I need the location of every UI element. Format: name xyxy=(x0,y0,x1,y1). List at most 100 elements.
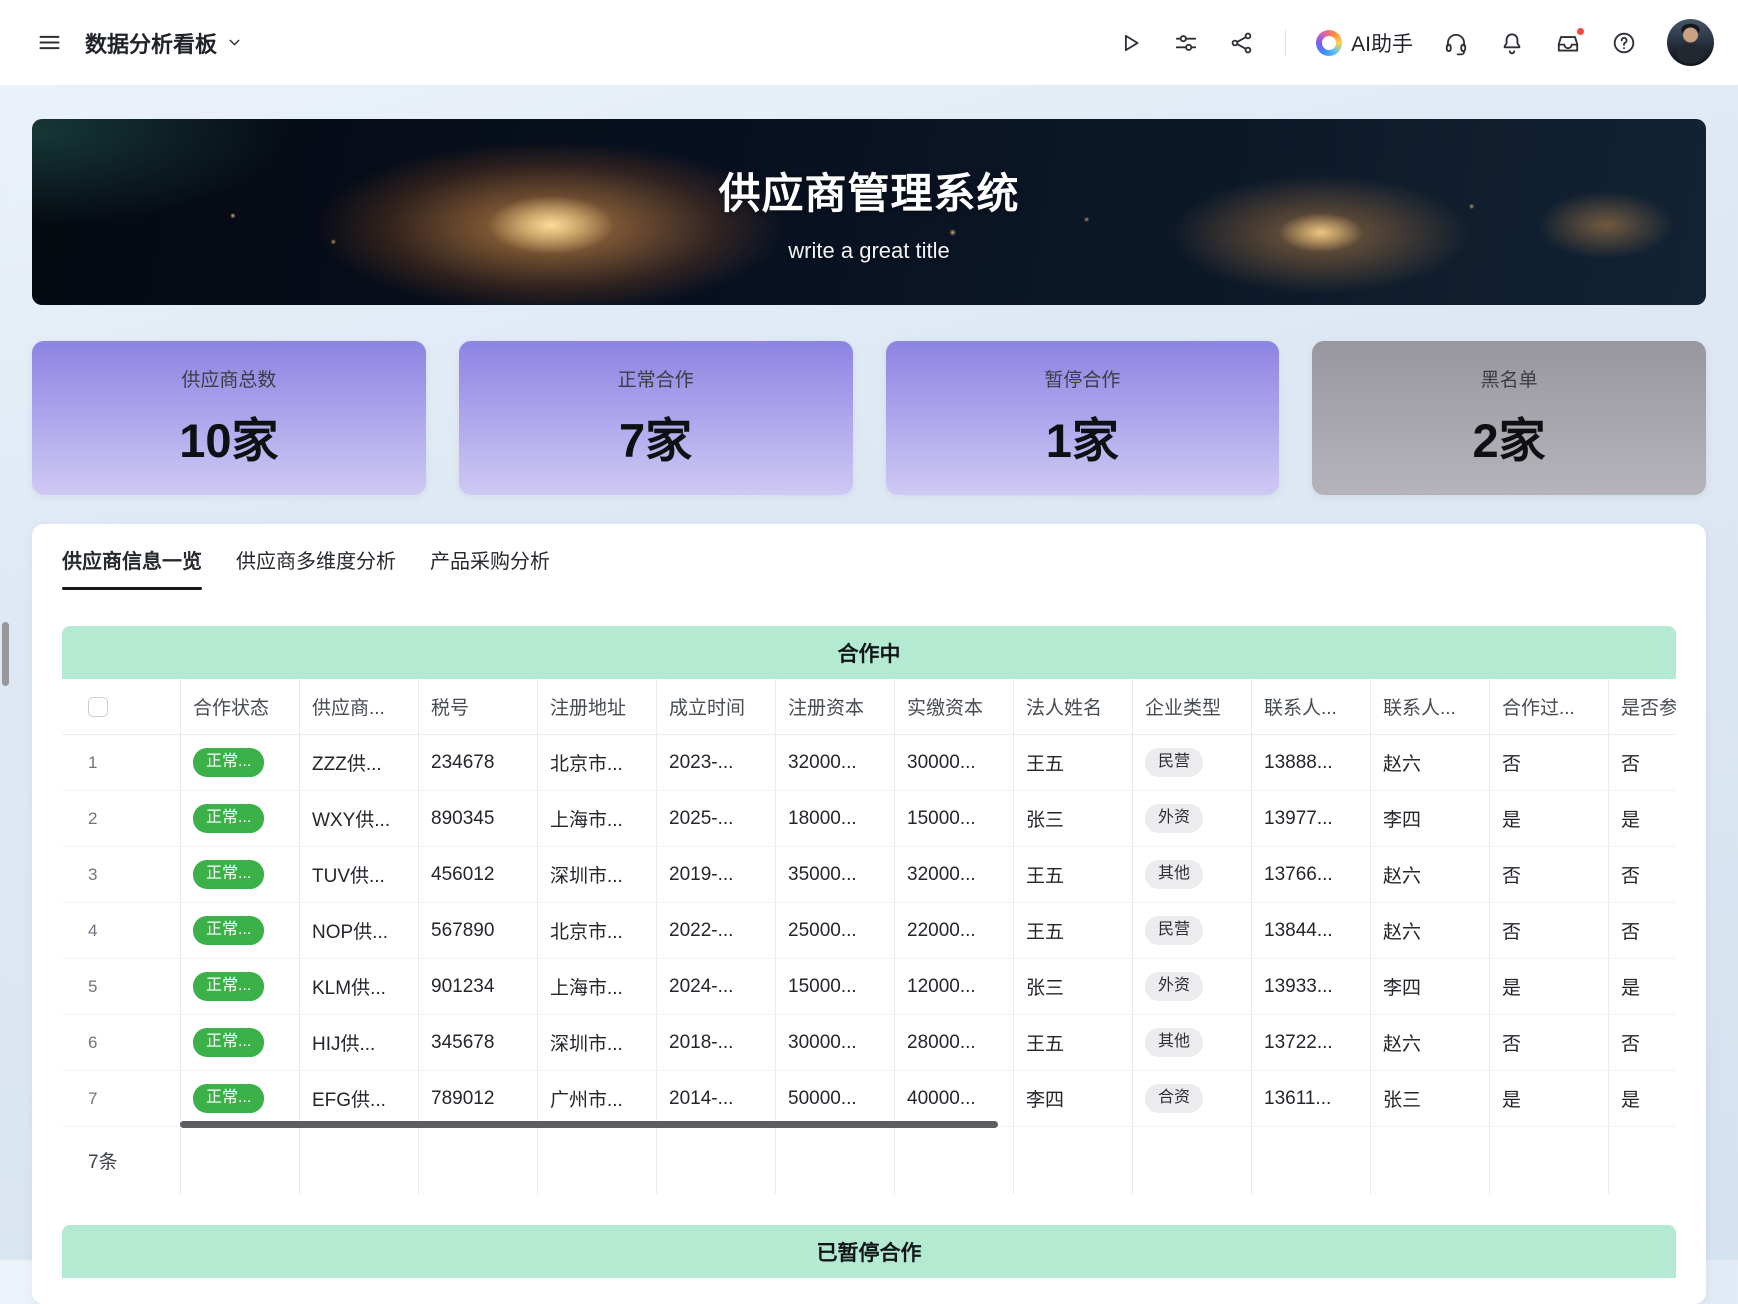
table-row[interactable]: 2正常...WXY供...890345上海市...2025-...18000..… xyxy=(62,791,1676,847)
table-cell[interactable]: 否 xyxy=(1489,735,1608,790)
table-cell[interactable]: 25000... xyxy=(775,903,894,958)
select-all-checkbox[interactable] xyxy=(88,697,108,717)
column-header-5[interactable]: 注册资本 xyxy=(775,679,894,734)
table-cell[interactable]: 其他 xyxy=(1132,1015,1251,1070)
column-header-2[interactable]: 税号 xyxy=(418,679,537,734)
table-cell[interactable]: 234678 xyxy=(418,735,537,790)
table-cell[interactable]: 22000... xyxy=(894,903,1013,958)
table-cell[interactable]: 正常... xyxy=(180,847,299,902)
table-cell[interactable]: 40000... xyxy=(894,1071,1013,1126)
column-header-9[interactable]: 联系人... xyxy=(1251,679,1370,734)
help-button[interactable] xyxy=(1611,30,1637,56)
table-cell[interactable]: 其他 xyxy=(1132,847,1251,902)
table-cell[interactable]: 王五 xyxy=(1013,1015,1132,1070)
table-cell[interactable]: 是 xyxy=(1489,959,1608,1014)
title-dropdown[interactable] xyxy=(226,34,243,51)
table-cell[interactable]: 合资 xyxy=(1132,1071,1251,1126)
column-header-6[interactable]: 实缴资本 xyxy=(894,679,1013,734)
table-cell[interactable]: 正常... xyxy=(180,1071,299,1126)
table-row[interactable]: 4正常...NOP供...567890北京市...2022-...25000..… xyxy=(62,903,1676,959)
column-header-3[interactable]: 注册地址 xyxy=(537,679,656,734)
column-header-11[interactable]: 合作过... xyxy=(1489,679,1608,734)
play-button[interactable] xyxy=(1117,30,1143,56)
table-cell[interactable]: 35000... xyxy=(775,847,894,902)
column-header-1[interactable]: 供应商... xyxy=(299,679,418,734)
table-cell[interactable]: 2018-... xyxy=(656,1015,775,1070)
table-cell[interactable]: 否 xyxy=(1608,735,1676,790)
table-cell[interactable]: 深圳市... xyxy=(537,847,656,902)
table-cell[interactable]: ZZZ供... xyxy=(299,735,418,790)
table-cell[interactable]: 是 xyxy=(1489,1071,1608,1126)
table-cell[interactable]: 李四 xyxy=(1370,791,1489,846)
stat-card-normal-cooperation[interactable]: 正常合作 7家 xyxy=(459,341,853,495)
table-cell[interactable]: 50000... xyxy=(775,1071,894,1126)
column-header-4[interactable]: 成立时间 xyxy=(656,679,775,734)
table-cell[interactable]: 345678 xyxy=(418,1015,537,1070)
table-cell[interactable]: EFG供... xyxy=(299,1071,418,1126)
table-cell[interactable]: 外资 xyxy=(1132,959,1251,1014)
stat-card-total-suppliers[interactable]: 供应商总数 10家 xyxy=(32,341,426,495)
share-button[interactable] xyxy=(1229,30,1255,56)
table-row[interactable]: 7正常...EFG供...789012广州市...2014-...50000..… xyxy=(62,1071,1676,1127)
table-row[interactable]: 3正常...TUV供...456012深圳市...2019-...35000..… xyxy=(62,847,1676,903)
stat-card-paused-cooperation[interactable]: 暂停合作 1家 xyxy=(886,341,1280,495)
table-cell[interactable]: 正常... xyxy=(180,1015,299,1070)
table-cell[interactable]: 2024-... xyxy=(656,959,775,1014)
table-cell[interactable]: 2019-... xyxy=(656,847,775,902)
column-header-12[interactable]: 是否参 xyxy=(1608,679,1676,734)
table-cell[interactable]: 13722... xyxy=(1251,1015,1370,1070)
table-cell[interactable]: 深圳市... xyxy=(537,1015,656,1070)
table-cell[interactable]: 13844... xyxy=(1251,903,1370,958)
table-cell[interactable]: 789012 xyxy=(418,1071,537,1126)
vertical-scrollbar[interactable] xyxy=(2,622,9,686)
table-cell[interactable]: 正常... xyxy=(180,903,299,958)
table-cell[interactable]: 是 xyxy=(1608,1071,1676,1126)
table-cell[interactable]: 901234 xyxy=(418,959,537,1014)
table-cell[interactable]: 否 xyxy=(1489,1015,1608,1070)
table-cell[interactable]: 890345 xyxy=(418,791,537,846)
column-header-10[interactable]: 联系人... xyxy=(1370,679,1489,734)
table-cell[interactable]: 456012 xyxy=(418,847,537,902)
tab-supplier-analysis[interactable]: 供应商多维度分析 xyxy=(236,550,396,590)
table-cell[interactable]: 王五 xyxy=(1013,847,1132,902)
column-header-0[interactable]: 合作状态 xyxy=(180,679,299,734)
table-cell[interactable]: 王五 xyxy=(1013,735,1132,790)
table-cell[interactable]: 赵六 xyxy=(1370,847,1489,902)
table-cell[interactable]: TUV供... xyxy=(299,847,418,902)
table-cell[interactable]: 王五 xyxy=(1013,903,1132,958)
inbox-button[interactable] xyxy=(1555,30,1581,56)
table-cell[interactable]: 13766... xyxy=(1251,847,1370,902)
table-cell[interactable]: 上海市... xyxy=(537,959,656,1014)
table-cell[interactable]: 13888... xyxy=(1251,735,1370,790)
table-cell[interactable]: 民营 xyxy=(1132,735,1251,790)
avatar[interactable] xyxy=(1667,19,1714,66)
table-cell[interactable]: 30000... xyxy=(775,1015,894,1070)
table-cell[interactable]: 2014-... xyxy=(656,1071,775,1126)
table-cell[interactable]: 正常... xyxy=(180,959,299,1014)
table-cell[interactable]: 15000... xyxy=(775,959,894,1014)
table-cell[interactable]: 2023-... xyxy=(656,735,775,790)
stat-card-blacklist[interactable]: 黑名单 2家 xyxy=(1312,341,1706,495)
table-cell[interactable]: 13977... xyxy=(1251,791,1370,846)
table-cell[interactable]: KLM供... xyxy=(299,959,418,1014)
table-cell[interactable]: 赵六 xyxy=(1370,735,1489,790)
table-cell[interactable]: 赵六 xyxy=(1370,903,1489,958)
table-row[interactable]: 5正常...KLM供...901234上海市...2024-...15000..… xyxy=(62,959,1676,1015)
table-cell[interactable]: 张三 xyxy=(1370,1071,1489,1126)
tab-procurement-analysis[interactable]: 产品采购分析 xyxy=(430,550,550,590)
table-cell[interactable]: 李四 xyxy=(1013,1071,1132,1126)
table-cell[interactable]: 北京市... xyxy=(537,735,656,790)
table-cell[interactable]: 是 xyxy=(1608,791,1676,846)
table-cell[interactable]: 赵六 xyxy=(1370,1015,1489,1070)
horizontal-scrollbar[interactable] xyxy=(180,1121,998,1128)
table-cell[interactable]: 28000... xyxy=(894,1015,1013,1070)
table-cell[interactable]: 北京市... xyxy=(537,903,656,958)
table-cell[interactable]: 13933... xyxy=(1251,959,1370,1014)
support-button[interactable] xyxy=(1443,30,1469,56)
table-cell[interactable]: 民营 xyxy=(1132,903,1251,958)
column-header-8[interactable]: 企业类型 xyxy=(1132,679,1251,734)
table-cell[interactable]: 15000... xyxy=(894,791,1013,846)
table-cell[interactable]: 张三 xyxy=(1013,791,1132,846)
table-cell[interactable]: 否 xyxy=(1608,847,1676,902)
table-cell[interactable]: 13611... xyxy=(1251,1071,1370,1126)
